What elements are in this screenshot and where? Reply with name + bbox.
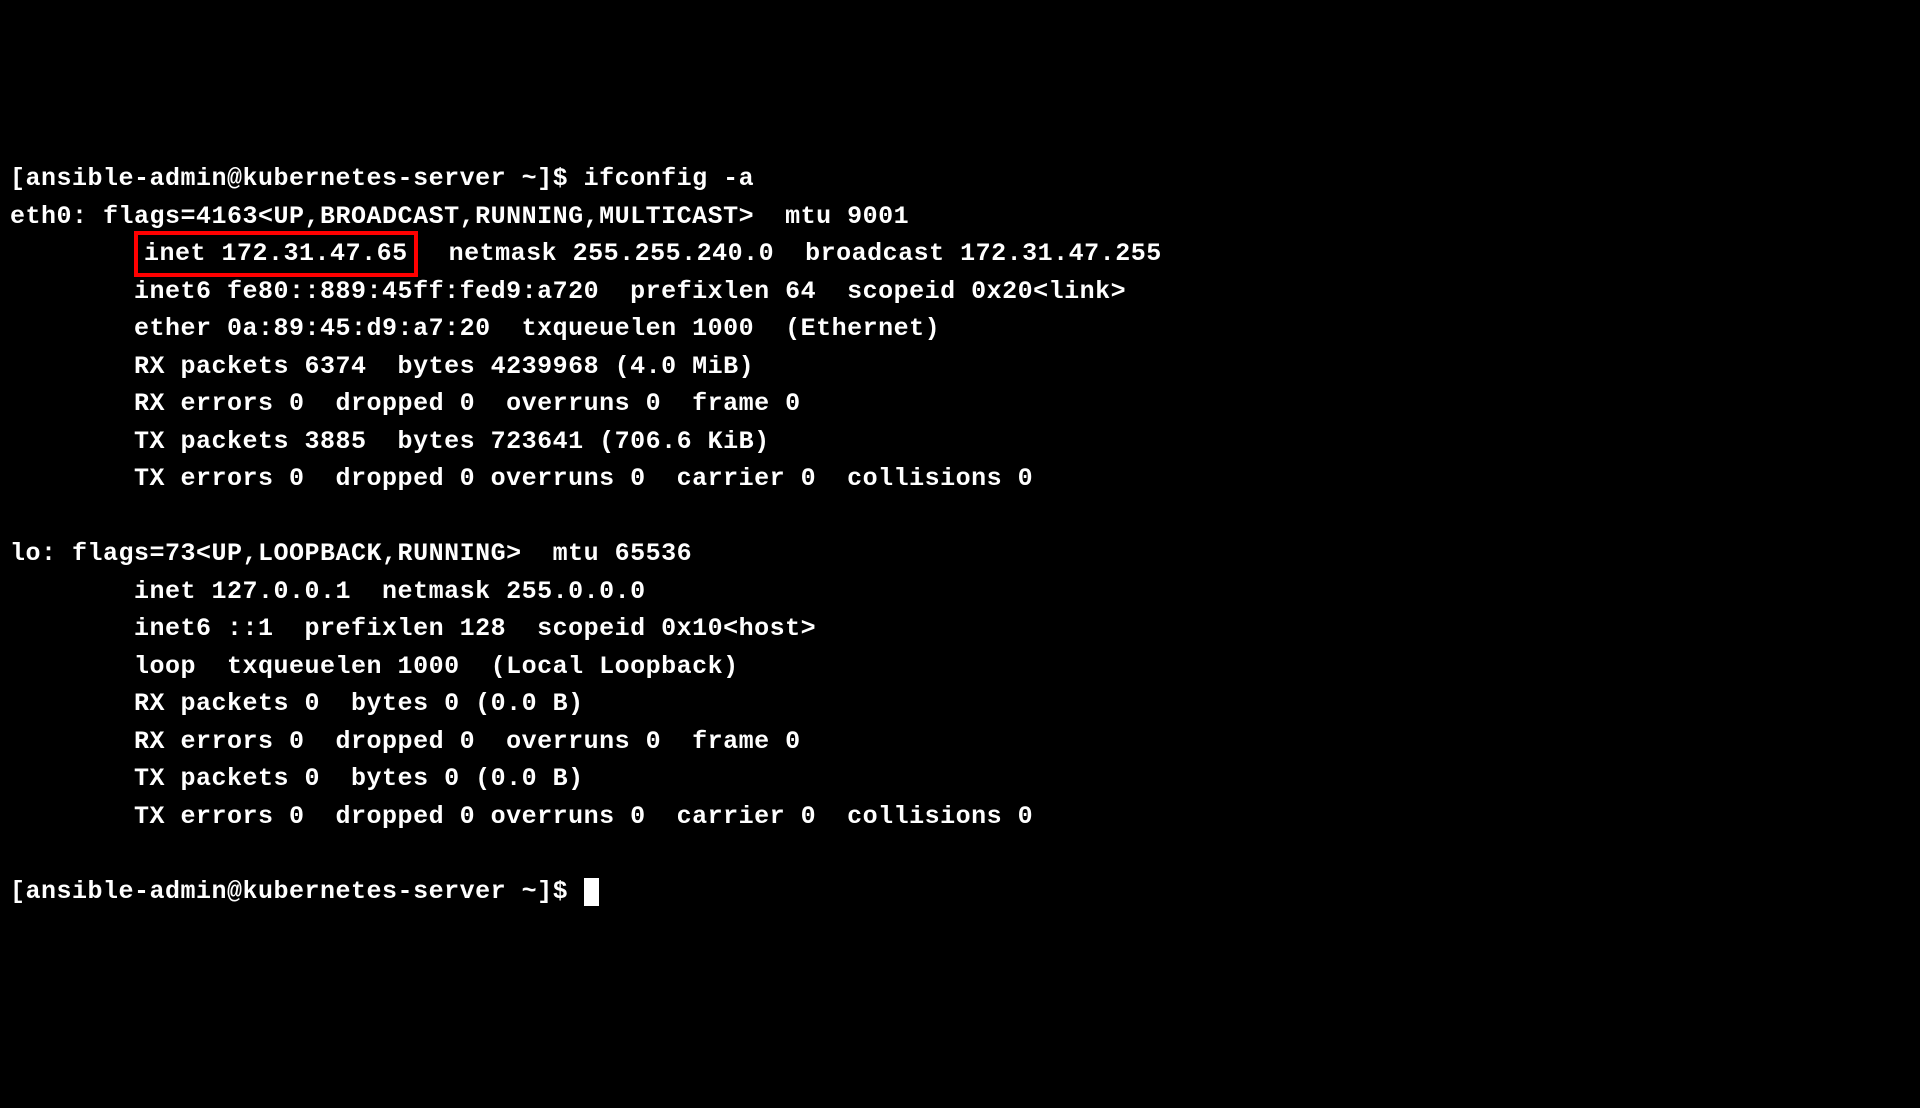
cursor-icon [584,878,599,906]
command-line: [ansible-admin@kubernetes-server ~]$ ifc… [10,160,1910,198]
eth0-inet6: inet6 fe80::889:45ff:fed9:a720 prefixlen… [10,273,1910,311]
eth0-header: eth0: flags=4163<UP,BROADCAST,RUNNING,MU… [10,198,1910,236]
eth0-ether: ether 0a:89:45:d9:a7:20 txqueuelen 1000 … [10,310,1910,348]
terminal-output: [ansible-admin@kubernetes-server ~]$ ifc… [10,160,1910,910]
eth0-inet-rest: netmask 255.255.240.0 broadcast 172.31.4… [418,239,1162,268]
eth0-rx-errors: RX errors 0 dropped 0 overruns 0 frame 0 [10,385,1910,423]
shell-prompt-2: [ansible-admin@kubernetes-server ~]$ [10,877,584,906]
blank-line-2 [10,835,1910,873]
lo-inet: inet 127.0.0.1 netmask 255.0.0.0 [10,573,1910,611]
eth0-tx-errors: TX errors 0 dropped 0 overruns 0 carrier… [10,460,1910,498]
eth0-inet-indent [10,239,134,268]
lo-inet6: inet6 ::1 prefixlen 128 scopeid 0x10<hos… [10,610,1910,648]
lo-loop: loop txqueuelen 1000 (Local Loopback) [10,648,1910,686]
eth0-inet-line: inet 172.31.47.65 netmask 255.255.240.0 … [10,235,1910,273]
lo-rx-packets: RX packets 0 bytes 0 (0.0 B) [10,685,1910,723]
eth0-inet-highlighted: inet 172.31.47.65 [134,231,418,277]
lo-header: lo: flags=73<UP,LOOPBACK,RUNNING> mtu 65… [10,535,1910,573]
eth0-rx-packets: RX packets 6374 bytes 4239968 (4.0 MiB) [10,348,1910,386]
shell-prompt: [ansible-admin@kubernetes-server ~]$ [10,164,584,193]
lo-tx-packets: TX packets 0 bytes 0 (0.0 B) [10,760,1910,798]
lo-tx-errors: TX errors 0 dropped 0 overruns 0 carrier… [10,798,1910,836]
lo-rx-errors: RX errors 0 dropped 0 overruns 0 frame 0 [10,723,1910,761]
prompt-line[interactable]: [ansible-admin@kubernetes-server ~]$ [10,873,1910,911]
eth0-tx-packets: TX packets 3885 bytes 723641 (706.6 KiB) [10,423,1910,461]
blank-line [10,498,1910,536]
command-text: ifconfig -a [584,164,755,193]
